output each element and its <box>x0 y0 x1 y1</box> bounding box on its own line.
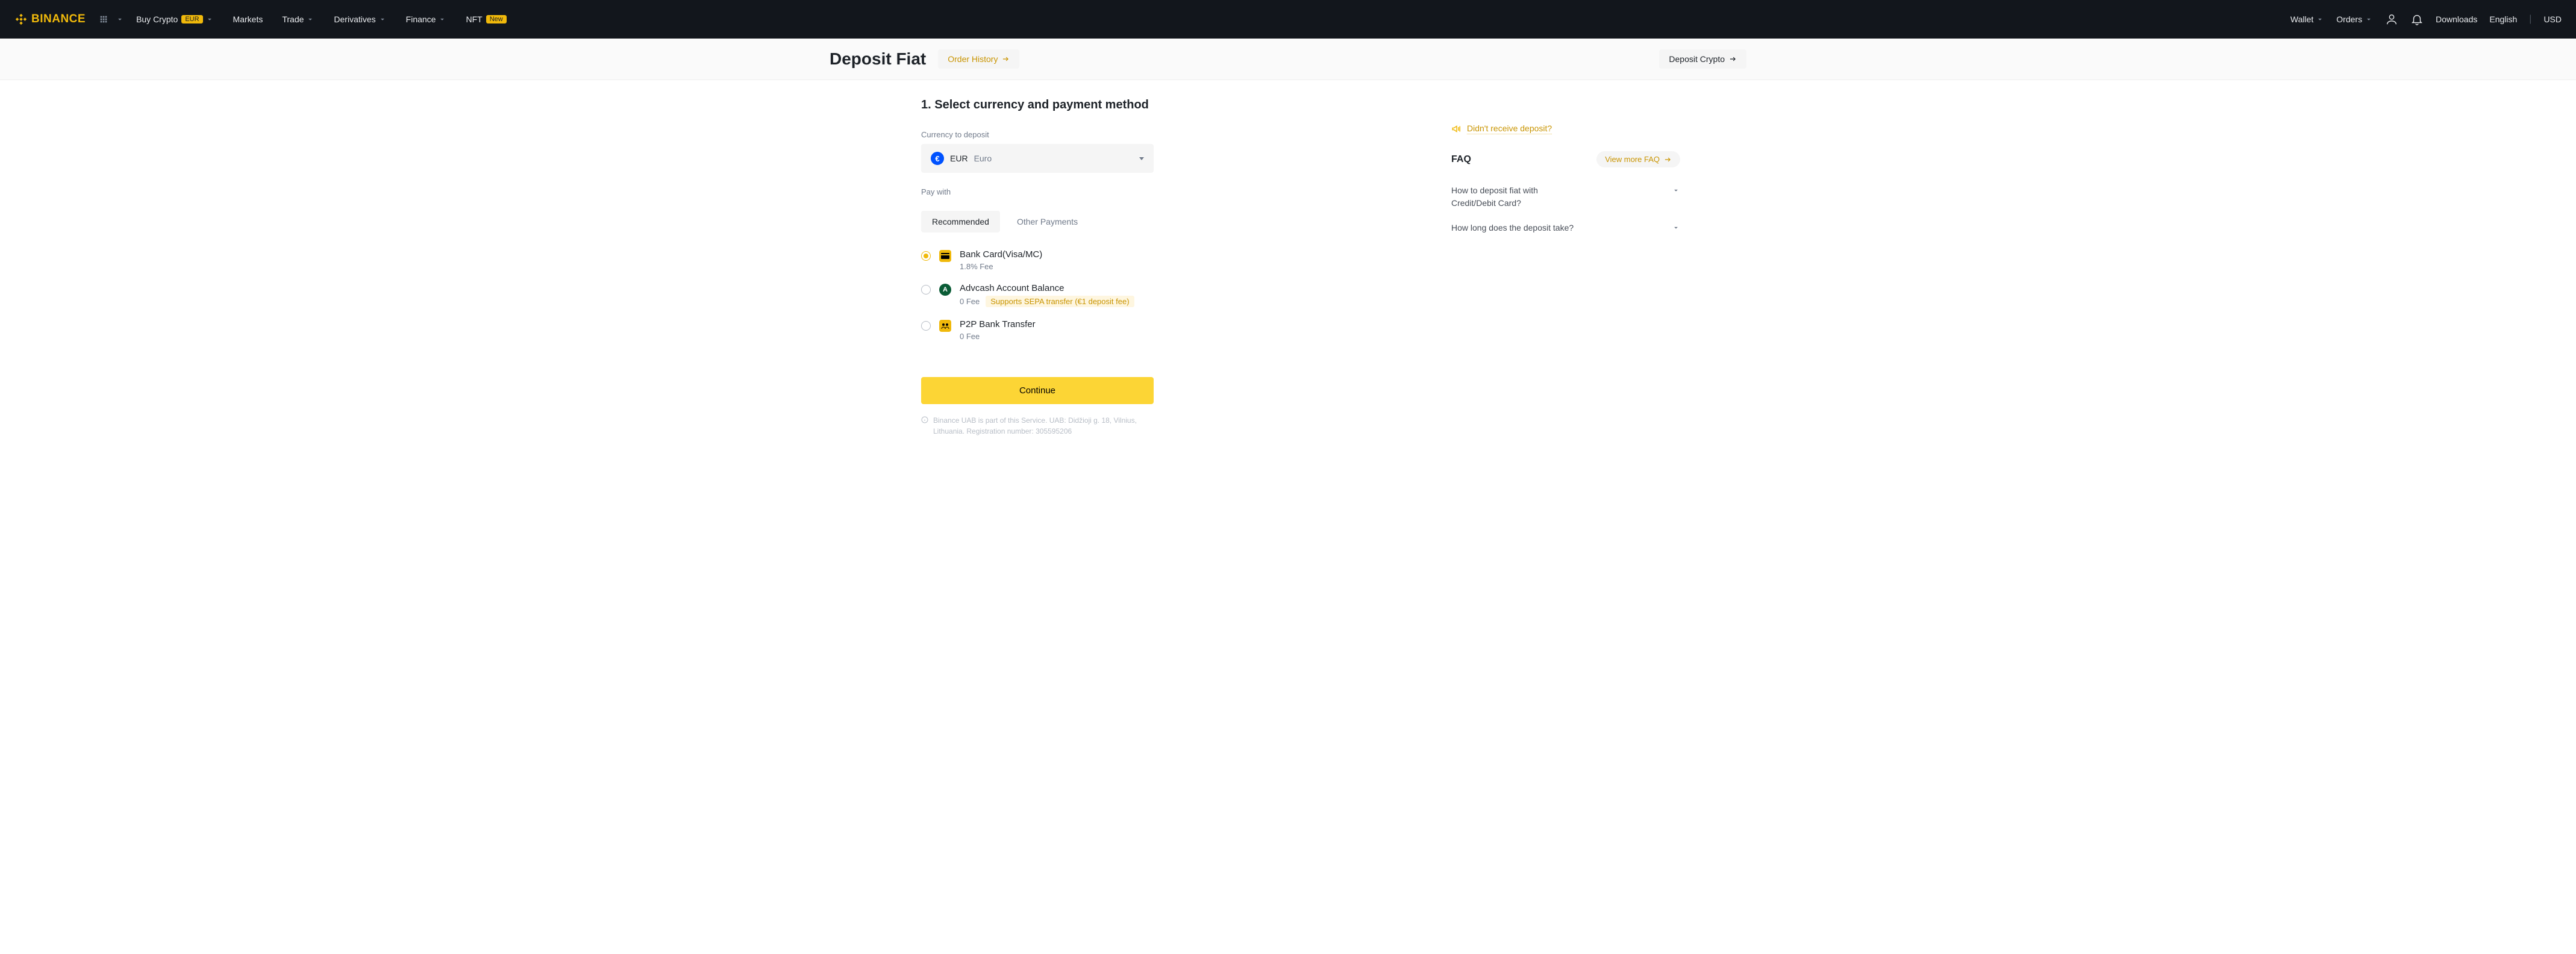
pay-with-label: Pay with <box>921 187 1379 196</box>
page-title: Deposit Fiat <box>830 49 926 69</box>
faq-title: FAQ <box>1451 154 1471 165</box>
deposit-notice[interactable]: Didn't receive deposit? <box>1451 123 1680 134</box>
payment-fee: 0 Fee <box>960 297 980 306</box>
order-history-button[interactable]: Order History <box>938 49 1019 69</box>
currency-badge: EUR <box>181 15 202 23</box>
faq-question: How to deposit fiat with Credit/Debit Ca… <box>1451 184 1572 210</box>
card-icon <box>939 250 951 262</box>
button-label: Order History <box>948 54 998 64</box>
nav-downloads[interactable]: Downloads <box>2436 14 2477 24</box>
deposit-crypto-button[interactable]: Deposit Crypto <box>1659 49 1746 69</box>
sidebar: Didn't receive deposit? FAQ View more FA… <box>1451 98 1680 437</box>
radio-unselected[interactable] <box>921 321 931 331</box>
binance-logo-icon <box>14 13 28 26</box>
currency-select[interactable]: € EUR Euro <box>921 144 1154 173</box>
payment-option-p2p[interactable]: P2P Bank Transfer 0 Fee <box>921 313 1379 347</box>
disclaimer-text: Binance UAB is part of this Service. UAB… <box>933 415 1154 437</box>
nav-label: Derivatives <box>334 14 375 24</box>
legal-disclaimer: Binance UAB is part of this Service. UAB… <box>921 415 1154 437</box>
nav-nft[interactable]: NFT New <box>458 0 513 39</box>
nav-buy-crypto[interactable]: Buy Crypto EUR <box>129 0 220 39</box>
view-more-faq-button[interactable]: View more FAQ <box>1596 151 1680 167</box>
payment-tag: Supports SEPA transfer (€1 deposit fee) <box>986 296 1134 307</box>
tab-recommended[interactable]: Recommended <box>921 211 1000 232</box>
nav-trade[interactable]: Trade <box>275 0 322 39</box>
nav-finance[interactable]: Finance <box>399 0 454 39</box>
radio-selected[interactable] <box>921 251 931 261</box>
faq-question: How long does the deposit take? <box>1451 222 1574 234</box>
nav-orders[interactable]: Orders <box>2336 0 2373 39</box>
page-header: Deposit Fiat Order History Deposit Crypt… <box>0 39 2576 80</box>
nav-label: Finance <box>406 14 436 24</box>
chevron-down-icon <box>116 15 124 23</box>
currency-label: Currency to deposit <box>921 130 1379 139</box>
payment-option-advcash[interactable]: A Advcash Account Balance 0 Fee Supports… <box>921 277 1379 313</box>
chevron-down-icon <box>1672 223 1680 232</box>
payment-name: Advcash Account Balance <box>960 283 1379 293</box>
nav-language[interactable]: English <box>2489 14 2517 24</box>
advcash-icon: A <box>939 284 951 296</box>
nav-label: Wallet <box>2290 14 2313 24</box>
chevron-down-icon <box>205 15 214 23</box>
p2p-icon <box>939 320 951 332</box>
arrow-right-icon <box>1001 55 1010 63</box>
continue-button[interactable]: Continue <box>921 377 1154 404</box>
nav-label: Orders <box>2336 14 2362 24</box>
nav-label: NFT <box>466 14 482 24</box>
payment-fee: 1.8% Fee <box>960 262 1379 271</box>
button-label: Deposit Crypto <box>1669 54 1725 64</box>
deposit-form: 1. Select currency and payment method Cu… <box>921 98 1379 437</box>
button-label: View more FAQ <box>1605 155 1660 164</box>
main-content: 1. Select currency and payment method Cu… <box>815 80 1761 455</box>
currency-name: Euro <box>974 154 992 163</box>
chevron-down-icon <box>1672 186 1680 195</box>
nav-markets[interactable]: Markets <box>226 0 270 39</box>
payment-option-card[interactable]: Bank Card(Visa/MC) 1.8% Fee <box>921 243 1379 277</box>
faq-item[interactable]: How to deposit fiat with Credit/Debit Ca… <box>1451 178 1680 216</box>
arrow-right-icon <box>1728 55 1737 63</box>
euro-icon: € <box>931 152 944 165</box>
bell-icon[interactable] <box>2410 13 2424 26</box>
chevron-down-icon <box>378 15 387 23</box>
chevron-down-icon <box>2316 15 2324 23</box>
faq-item[interactable]: How long does the deposit take? <box>1451 216 1680 240</box>
chevron-down-icon <box>306 15 314 23</box>
nav-label: Trade <box>282 14 304 24</box>
user-icon[interactable] <box>2385 13 2398 26</box>
nav-label: Buy Crypto <box>136 14 178 24</box>
new-badge: New <box>486 15 507 23</box>
currency-code: EUR <box>950 154 968 163</box>
nav-currency[interactable]: USD <box>2543 14 2562 24</box>
brand-logo[interactable]: BINANCE <box>14 13 86 26</box>
megaphone-icon <box>1451 123 1462 134</box>
chevron-down-icon <box>438 15 446 23</box>
payment-fee: 0 Fee <box>960 332 1379 341</box>
tab-other-payments[interactable]: Other Payments <box>1006 211 1089 232</box>
divider: | <box>2529 14 2531 25</box>
payment-tabs: Recommended Other Payments <box>921 211 1379 232</box>
step-title: 1. Select currency and payment method <box>921 98 1379 112</box>
caret-down-icon <box>1139 157 1144 160</box>
faq-header: FAQ View more FAQ <box>1451 151 1680 167</box>
nav-right: Wallet Orders Downloads English | USD <box>2290 0 2562 39</box>
nav-derivatives[interactable]: Derivatives <box>327 0 393 39</box>
brand-text: BINANCE <box>31 13 86 26</box>
radio-unselected[interactable] <box>921 285 931 295</box>
payment-name: P2P Bank Transfer <box>960 319 1379 329</box>
apps-grid-icon[interactable] <box>99 14 108 24</box>
chevron-down-icon <box>2365 15 2373 23</box>
notice-link[interactable]: Didn't receive deposit? <box>1467 123 1552 134</box>
arrow-right-icon <box>1663 155 1672 164</box>
payment-name: Bank Card(Visa/MC) <box>960 249 1379 260</box>
top-nav: BINANCE Buy Crypto EUR Markets Trade Der… <box>0 0 2576 39</box>
info-icon <box>921 416 928 423</box>
nav-left: BINANCE Buy Crypto EUR Markets Trade Der… <box>14 0 514 39</box>
nav-wallet[interactable]: Wallet <box>2290 0 2324 39</box>
